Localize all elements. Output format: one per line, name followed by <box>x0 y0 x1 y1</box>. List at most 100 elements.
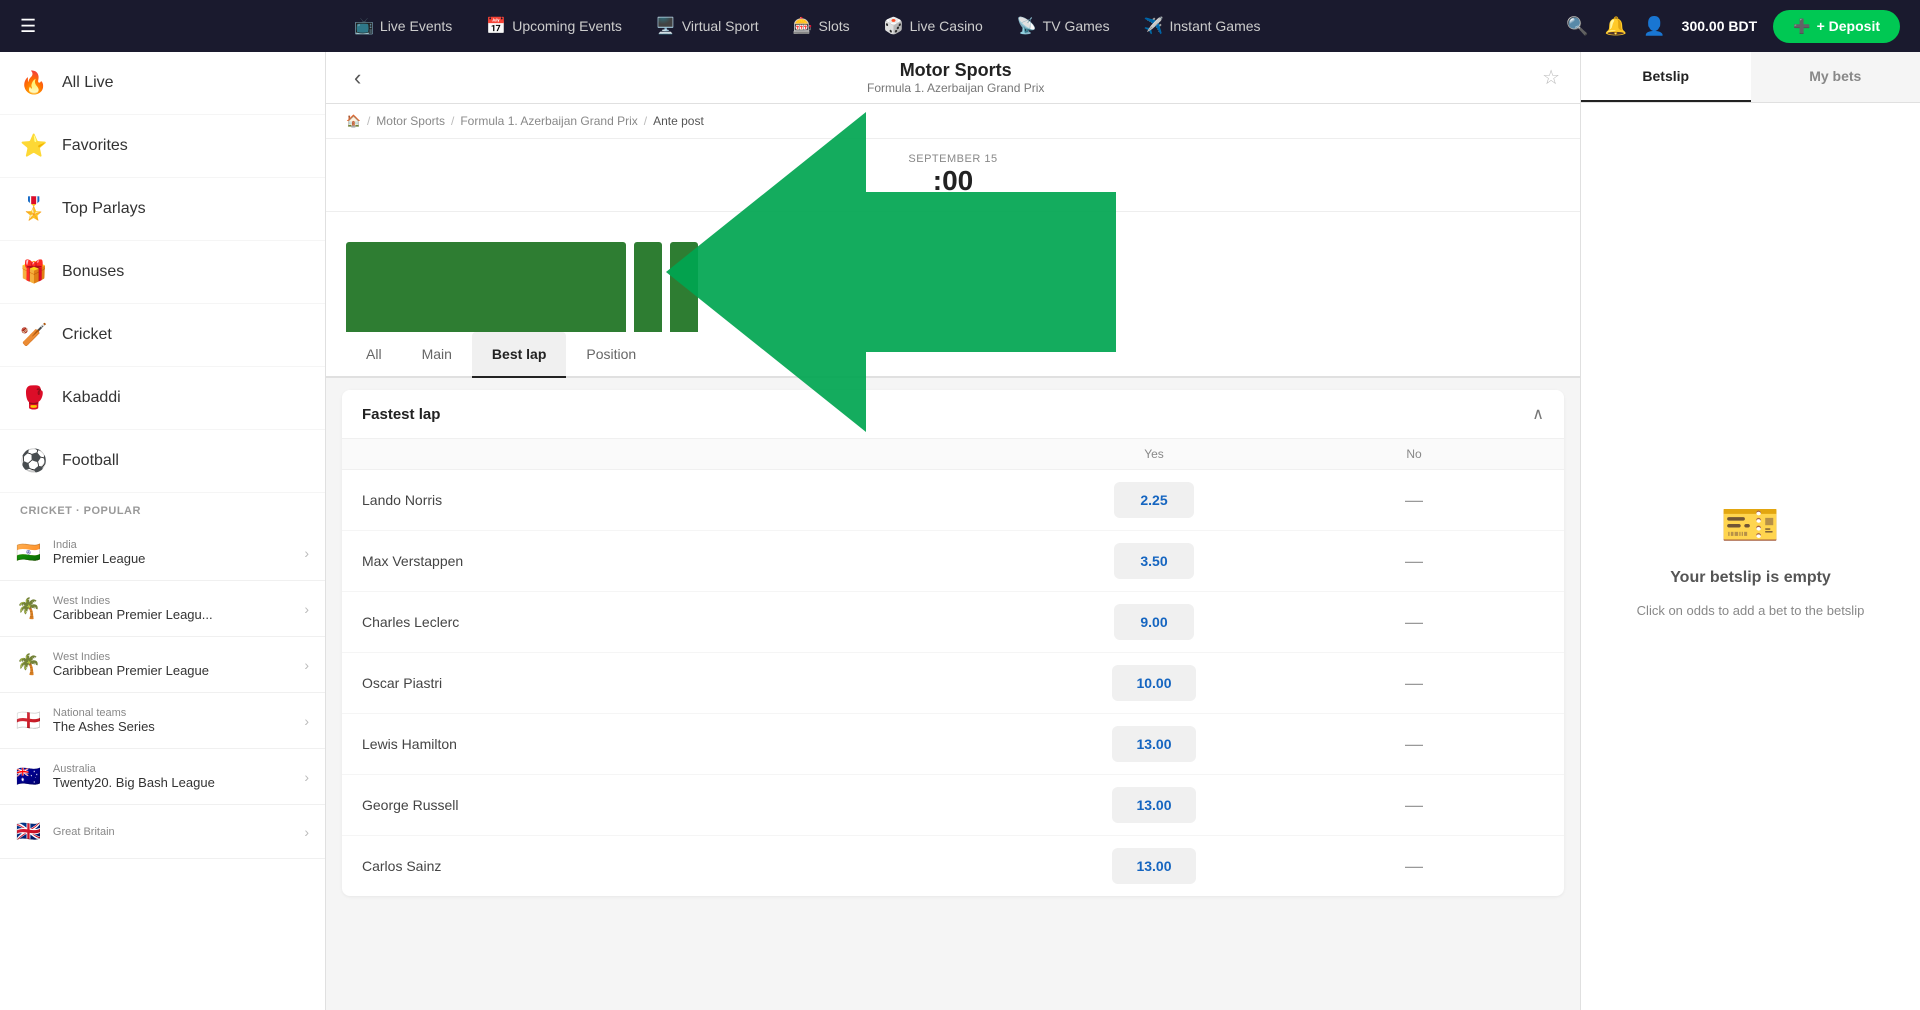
league-item-wi-cpl1[interactable]: 🌴 West Indies Caribbean Premier Leagu...… <box>0 581 325 637</box>
content-header: ‹ Motor Sports Formula 1. Azerbaijan Gra… <box>326 52 1580 104</box>
top-navigation: ☰ 📺 Live Events 📅 Upcoming Events 🖥️ Vir… <box>0 0 1920 52</box>
event-header: SEPTEMBER 15 :00 <box>326 139 1580 212</box>
sidebar-item-football[interactable]: ⚽ Football <box>0 430 325 493</box>
odds-yes-button-3[interactable]: 10.00 <box>1112 665 1195 701</box>
player-name-0: Lando Norris <box>362 492 1024 508</box>
section-header-fastest-lap[interactable]: Fastest lap ∧ <box>342 390 1564 439</box>
live-casino-icon: 🎲 <box>884 16 904 36</box>
user-icon[interactable]: 👤 <box>1643 16 1665 37</box>
nav-tv-games-label: TV Games <box>1043 18 1110 34</box>
chart-bar-3 <box>670 242 698 332</box>
odds-yes-button-1[interactable]: 3.50 <box>1114 543 1194 579</box>
league-item-gb[interactable]: 🇬🇧 Great Britain › <box>0 805 325 859</box>
flag-australia: 🇦🇺 <box>16 764 41 789</box>
deposit-button[interactable]: ➕ + Deposit <box>1773 10 1900 43</box>
sidebar-label-cricket: Cricket <box>62 326 112 344</box>
favorite-star-button[interactable]: ☆ <box>1542 65 1560 90</box>
sport-title: Motor Sports <box>379 60 1532 81</box>
flag-india: 🇮🇳 <box>16 540 41 565</box>
league-name-wi-cpl1: Caribbean Premier Leagu... <box>53 607 292 622</box>
player-name-2: Charles Leclerc <box>362 614 1024 630</box>
nav-instant-games-label: Instant Games <box>1170 18 1261 34</box>
header-title-block: Motor Sports Formula 1. Azerbaijan Grand… <box>379 60 1532 95</box>
breadcrumb-home-icon[interactable]: 🏠 <box>346 114 361 128</box>
bonuses-icon: 🎁 <box>20 259 48 285</box>
odds-yes-6: 13.00 <box>1024 848 1284 884</box>
sidebar-item-cricket[interactable]: 🏏 Cricket <box>0 304 325 367</box>
odds-header-no: No <box>1284 447 1544 461</box>
odds-yes-button-0[interactable]: 2.25 <box>1114 482 1194 518</box>
odds-yes-button-5[interactable]: 13.00 <box>1112 787 1195 823</box>
nav-virtual-sport-label: Virtual Sport <box>682 18 759 34</box>
league-wi-cpl1-info: West Indies Caribbean Premier Leagu... <box>53 595 292 622</box>
league-wi-cpl2-info: West Indies Caribbean Premier League <box>53 651 292 678</box>
back-button[interactable]: ‹ <box>346 61 369 95</box>
league-india-ipl-info: India Premier League <box>53 539 292 566</box>
league-name-india-ipl: Premier League <box>53 551 292 566</box>
cricket-icon: 🏏 <box>20 322 48 348</box>
sidebar-item-top-parlays[interactable]: 🎖️ Top Parlays <box>0 178 325 241</box>
odds-yes-button-4[interactable]: 13.00 <box>1112 726 1195 762</box>
nav-tv-games[interactable]: 📡 TV Games <box>1003 10 1124 42</box>
odds-yes-button-2[interactable]: 9.00 <box>1114 604 1194 640</box>
league-gb-info: Great Britain <box>53 826 292 838</box>
chevron-right-icon: › <box>304 545 309 561</box>
breadcrumb-event[interactable]: Formula 1. Azerbaijan Grand Prix <box>460 114 637 128</box>
sidebar-item-bonuses[interactable]: 🎁 Bonuses <box>0 241 325 304</box>
live-events-icon: 📺 <box>354 16 374 36</box>
breadcrumb-current: Ante post <box>653 114 704 128</box>
sidebar-item-all-live[interactable]: 🔥 All Live <box>0 52 325 115</box>
chevron-right-icon-5: › <box>304 769 309 785</box>
league-item-aus-bbl[interactable]: 🇦🇺 Australia Twenty20. Big Bash League › <box>0 749 325 805</box>
bell-icon[interactable]: 🔔 <box>1605 16 1627 37</box>
table-row: Max Verstappen 3.50 — <box>342 531 1564 592</box>
breadcrumb-sport[interactable]: Motor Sports <box>376 114 445 128</box>
kabaddi-icon: 🥊 <box>20 385 48 411</box>
section-collapse-icon[interactable]: ∧ <box>1532 404 1544 424</box>
tab-best-lap[interactable]: Best lap <box>472 332 566 378</box>
nav-upcoming-events[interactable]: 📅 Upcoming Events <box>472 10 636 42</box>
league-country-wi-2: West Indies <box>53 651 292 663</box>
instant-games-icon: ✈️ <box>1144 16 1164 36</box>
tabs-bar: All Main Best lap Position <box>326 332 1580 378</box>
odds-no-2: — <box>1284 612 1544 633</box>
league-country-gb: Great Britain <box>53 826 292 838</box>
league-country-wi-1: West Indies <box>53 595 292 607</box>
flag-great-britain: 🇬🇧 <box>16 819 41 844</box>
odds-yes-3: 10.00 <box>1024 665 1284 701</box>
odds-no-1: — <box>1284 551 1544 572</box>
odds-no-dash-4: — <box>1405 734 1423 754</box>
table-row: George Russell 13.00 — <box>342 775 1564 836</box>
league-country-india: India <box>53 539 292 551</box>
tab-main[interactable]: Main <box>402 332 472 378</box>
breadcrumb: 🏠 / Motor Sports / Formula 1. Azerbaijan… <box>326 104 1580 139</box>
event-date: SEPTEMBER 15 <box>908 153 997 165</box>
sidebar-item-kabaddi[interactable]: 🥊 Kabaddi <box>0 367 325 430</box>
hamburger-menu[interactable]: ☰ <box>20 16 36 37</box>
nav-virtual-sport[interactable]: 🖥️ Virtual Sport <box>642 10 773 42</box>
nav-slots[interactable]: 🎰 Slots <box>779 10 864 42</box>
ticket-icon: 🎫 <box>1721 496 1781 553</box>
odds-no-dash-1: — <box>1405 551 1423 571</box>
nav-live-casino[interactable]: 🎲 Live Casino <box>870 10 997 42</box>
sidebar-item-favorites[interactable]: ⭐ Favorites <box>0 115 325 178</box>
tab-position[interactable]: Position <box>566 332 656 378</box>
odds-yes-2: 9.00 <box>1024 604 1284 640</box>
nav-live-events[interactable]: 📺 Live Events <box>340 10 466 42</box>
league-item-india-ipl[interactable]: 🇮🇳 India Premier League › <box>0 525 325 581</box>
tab-all[interactable]: All <box>346 332 402 378</box>
search-icon[interactable]: 🔍 <box>1566 16 1588 37</box>
odds-table: Yes No Lando Norris 2.25 — Max Verstappe… <box>342 439 1564 896</box>
chevron-right-icon-3: › <box>304 657 309 673</box>
chart-bar-1 <box>346 242 626 332</box>
chart-bar-2 <box>634 242 662 332</box>
betslip-tab-my-bets[interactable]: My bets <box>1751 52 1920 102</box>
betslip-tab-betslip[interactable]: Betslip <box>1581 52 1751 102</box>
nav-instant-games[interactable]: ✈️ Instant Games <box>1130 10 1275 42</box>
odds-no-dash-5: — <box>1405 795 1423 815</box>
nav-slots-label: Slots <box>819 18 850 34</box>
odds-no-4: — <box>1284 734 1544 755</box>
league-item-wi-cpl2[interactable]: 🌴 West Indies Caribbean Premier League › <box>0 637 325 693</box>
odds-yes-button-6[interactable]: 13.00 <box>1112 848 1195 884</box>
league-item-ashes[interactable]: 🏴󠁧󠁢󠁥󠁮󠁧󠁿 National teams The Ashes Series … <box>0 693 325 749</box>
